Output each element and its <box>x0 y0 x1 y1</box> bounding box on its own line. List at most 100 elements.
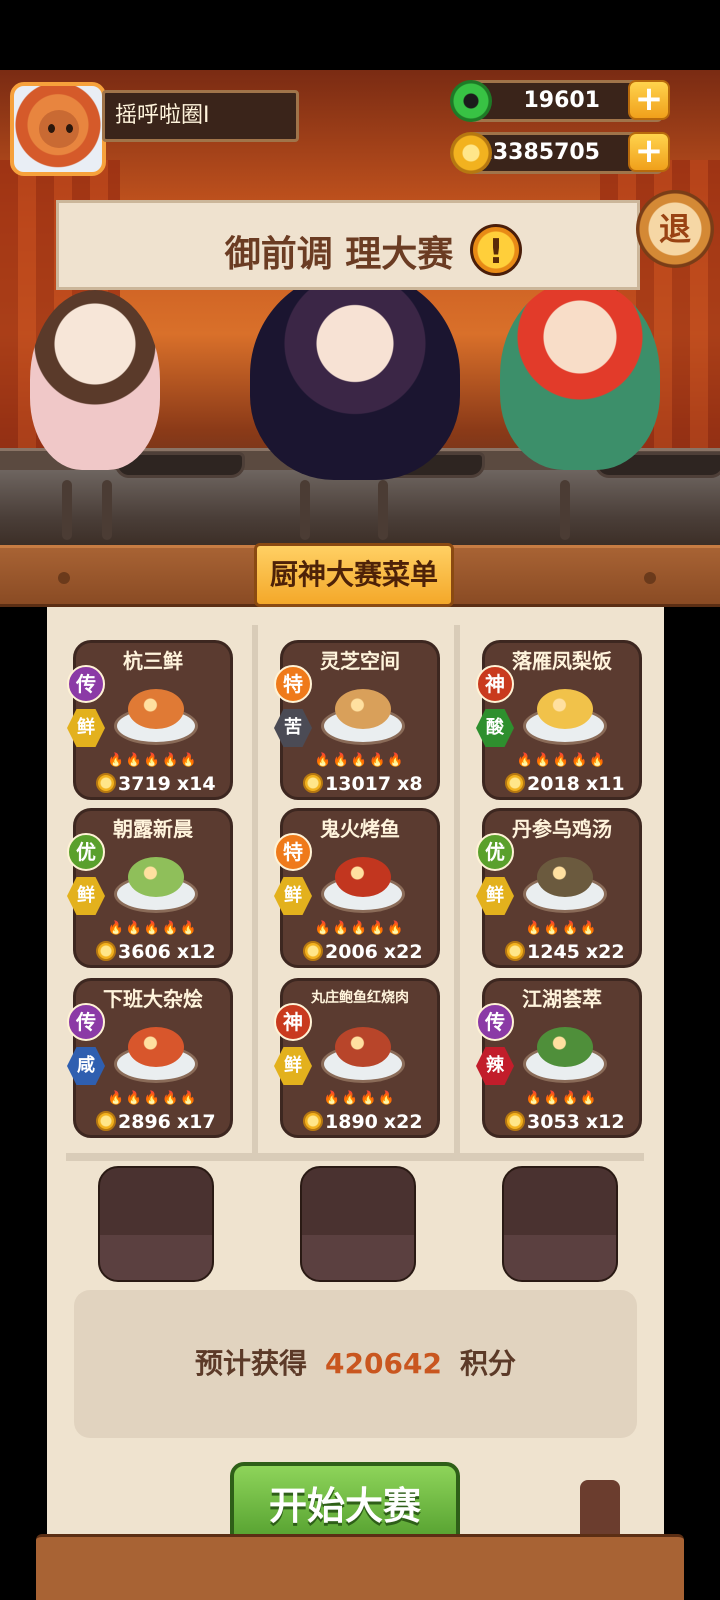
dish-price: 2896 x17 <box>96 1111 216 1133</box>
coin-icon <box>303 773 323 793</box>
ladle <box>62 480 72 540</box>
dish-slot-1[interactable] <box>98 1166 214 1282</box>
dish-score: 1890 <box>325 1111 378 1133</box>
dish-quantity: x12 <box>176 941 216 963</box>
dish-score: 3606 <box>118 941 171 963</box>
avatar-face <box>39 110 79 148</box>
chef-character-left <box>30 290 160 470</box>
dish-quantity: x22 <box>383 941 423 963</box>
dish-card[interactable]: 朝露新晨优鲜 🔥🔥🔥🔥🔥 3606 x12 <box>67 808 233 968</box>
flame-rating: 🔥🔥🔥🔥 <box>525 921 599 936</box>
flame-rating: 🔥🔥🔥🔥🔥 <box>516 753 608 768</box>
flame-rating: 🔥🔥🔥🔥 <box>323 1091 397 1106</box>
ladle <box>300 480 310 540</box>
add-gold-button[interactable]: + <box>628 132 670 172</box>
coin-icon <box>505 941 525 961</box>
banner-title: 御前调 理大赛 <box>224 234 454 275</box>
player-name: 摇呼啦圈I <box>102 90 299 142</box>
dish-slot-2[interactable] <box>300 1166 416 1282</box>
dish-quantity: x14 <box>176 773 216 795</box>
dish-card[interactable]: 落雁凤梨饭神酸 🔥🔥🔥🔥🔥 2018 x11 <box>476 640 642 800</box>
alert-icon[interactable]: ! <box>470 224 522 276</box>
taste-badge: 鲜 <box>274 877 312 915</box>
dish-image <box>313 845 413 915</box>
status-bar <box>0 0 720 70</box>
rank-badge: 神 <box>476 665 514 703</box>
flame-rating: 🔥🔥🔥🔥🔥 <box>314 921 406 936</box>
jade-coin-icon <box>450 80 492 122</box>
flame-rating: 🔥🔥🔥🔥 <box>525 1091 599 1106</box>
rank-badge: 传 <box>67 665 105 703</box>
dish-card[interactable]: 灵芝空间特苦 🔥🔥🔥🔥🔥 13017 x8 <box>274 640 440 800</box>
rank-badge: 传 <box>67 1003 105 1041</box>
chef-character-right <box>500 280 660 470</box>
ladle <box>560 480 570 540</box>
food <box>128 1027 184 1067</box>
dish-card[interactable]: 丹参乌鸡汤优鲜 🔥🔥🔥🔥 1245 x22 <box>476 808 642 968</box>
food <box>335 857 391 897</box>
estimate-text: 预计获得 420642 积分 <box>195 1347 516 1380</box>
taste-badge: 鲜 <box>67 877 105 915</box>
taste-badge: 辣 <box>476 1047 514 1085</box>
flame-rating: 🔥🔥🔥🔥🔥 <box>107 753 199 768</box>
dish-score: 3053 <box>527 1111 580 1133</box>
gold-coin-icon <box>450 132 492 174</box>
rank-badge: 神 <box>274 1003 312 1041</box>
dish-score: 2896 <box>118 1111 171 1133</box>
avatar[interactable] <box>10 82 106 176</box>
dish-price: 13017 x8 <box>303 773 423 795</box>
coin-icon <box>96 1111 116 1131</box>
dish-price: 1245 x22 <box>505 941 625 963</box>
divider <box>66 1153 644 1161</box>
rank-badge: 优 <box>476 833 514 871</box>
rank-badge: 传 <box>476 1003 514 1041</box>
dish-card[interactable]: 杭三鲜传鲜 🔥🔥🔥🔥🔥 3719 x14 <box>67 640 233 800</box>
dish-image <box>106 677 206 747</box>
taste-badge: 苦 <box>274 709 312 747</box>
title-banner: 御前调 理大赛 <box>56 200 640 290</box>
dish-quantity: x22 <box>383 1111 423 1133</box>
dish-slot-3[interactable] <box>502 1166 618 1282</box>
coin-icon <box>96 941 116 961</box>
divider <box>252 625 258 1155</box>
dish-score: 2006 <box>325 941 378 963</box>
dish-quantity: x22 <box>585 941 625 963</box>
taste-badge: 鲜 <box>476 877 514 915</box>
avatar-eye <box>66 124 73 133</box>
dish-price: 2006 x22 <box>303 941 423 963</box>
dish-price: 3719 x14 <box>96 773 216 795</box>
food <box>335 689 391 729</box>
coin-icon <box>505 1111 525 1131</box>
knife-block-decoration <box>580 1480 620 1540</box>
food <box>128 689 184 729</box>
dish-price: 3053 x12 <box>505 1111 625 1133</box>
flame-rating: 🔥🔥🔥🔥🔥 <box>107 921 199 936</box>
ladle <box>378 480 388 540</box>
taste-badge: 咸 <box>67 1047 105 1085</box>
add-jade-button[interactable]: + <box>628 80 670 120</box>
dish-image <box>106 1015 206 1085</box>
dish-score: 1245 <box>527 941 580 963</box>
dish-card[interactable]: 鬼火烤鱼特鲜 🔥🔥🔥🔥🔥 2006 x22 <box>274 808 440 968</box>
estimate-box: 预计获得 420642 积分 <box>74 1290 637 1438</box>
dish-score: 3719 <box>118 773 171 795</box>
dish-card[interactable]: 下班大杂烩传咸 🔥🔥🔥🔥🔥 2896 x17 <box>67 978 233 1138</box>
bottom-bar <box>36 1534 684 1600</box>
food <box>537 689 593 729</box>
food <box>537 857 593 897</box>
dish-image <box>515 677 615 747</box>
dish-image <box>515 845 615 915</box>
food <box>128 857 184 897</box>
coin-icon <box>303 941 323 961</box>
taste-badge: 鲜 <box>67 709 105 747</box>
dish-card[interactable]: 江湖荟萃传辣 🔥🔥🔥🔥 3053 x12 <box>476 978 642 1138</box>
flame-rating: 🔥🔥🔥🔥🔥 <box>107 1091 199 1106</box>
food <box>537 1027 593 1067</box>
flame-rating: 🔥🔥🔥🔥🔥 <box>314 753 406 768</box>
rivet <box>644 572 656 584</box>
food <box>335 1027 391 1067</box>
dish-card[interactable]: 丸庄鲍鱼红烧肉神鲜 🔥🔥🔥🔥 1890 x22 <box>274 978 440 1138</box>
dish-image <box>313 677 413 747</box>
chef-character-center <box>250 270 460 480</box>
exit-button[interactable]: 退 <box>636 190 714 268</box>
